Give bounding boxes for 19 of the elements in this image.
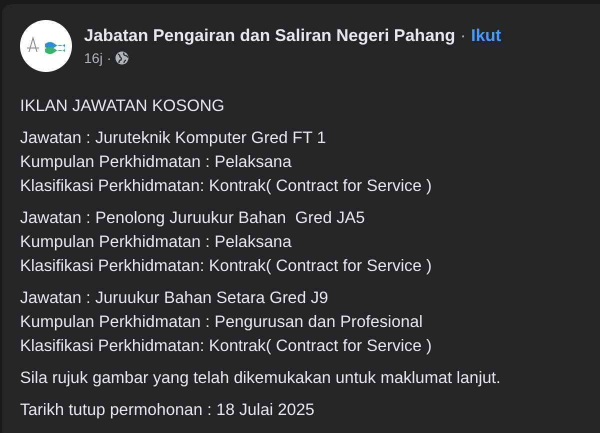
separator-dot: ·	[460, 26, 466, 46]
post-text-line: IKLAN JAWATAN KOSONG	[20, 96, 226, 117]
post-text-line: Kumpulan Perkhidmatan : Pelaksana	[20, 152, 292, 173]
post-text-line: Klasifikasi Perkhidmatan: Kontrak( Contract for Service )	[20, 176, 433, 197]
post-text-line: Sila rujuk gambar yang telah dikemukakan untuk maklumat lanjut.	[20, 368, 502, 389]
page-name[interactable]: Jabatan Pengairan dan Saliran Negeri Pahang	[84, 26, 456, 46]
page-avatar[interactable]	[20, 20, 72, 72]
separator-dot: ·	[106, 50, 112, 66]
post-text-line: Klasifikasi Perkhidmatan: Kontrak( Contract for Service )	[20, 336, 433, 357]
post-text-line: Jawatan : Juruteknik Komputer Gred FT 1	[20, 128, 327, 149]
post-text-line: Kumpulan Perkhidmatan : Pelaksana	[20, 232, 292, 253]
post-text-line: Jawatan : Juruukur Bahan Setara Gred J9	[20, 288, 330, 309]
follow-link[interactable]: Ikut	[470, 26, 502, 46]
post-text-line: Jawatan : Penolong Juruukur Bahan Gred JA5	[20, 208, 366, 229]
post-text-line: Klasifikasi Perkhidmatan: Kontrak( Contract for Service )	[20, 256, 433, 277]
post-text-line: Tarikh tutup permohonan : 18 Julai 2025	[20, 400, 316, 421]
post-text-line: Kumpulan Perkhidmatan : Pengurusan dan Profesional	[20, 312, 424, 333]
globe-icon	[115, 51, 130, 65]
post-time[interactable]: 16j	[84, 50, 103, 66]
